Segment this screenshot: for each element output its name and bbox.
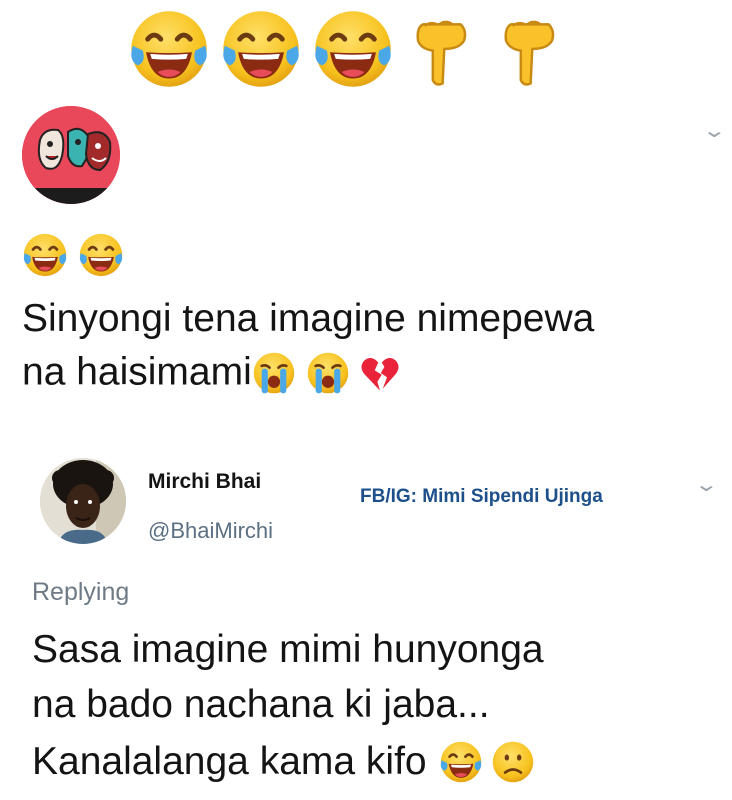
first-tweet-text-line1: Sinyongi tena imagine nimepewa	[22, 297, 595, 340]
reply-text-line3: Kanalalanga kama kifo	[32, 740, 427, 784]
backhand-index-pointing-down-icon	[400, 8, 482, 90]
top-emoji-row	[128, 6, 588, 90]
face-with-tears-of-joy-icon	[312, 8, 394, 90]
profile-photo-avatar-icon	[40, 458, 126, 544]
reply-tweet-text: Sasa imagine mimi hunyonga na bado nacha…	[32, 622, 722, 787]
first-tweet-text-line2: na haisimami	[22, 350, 252, 394]
loudly-crying-face-icon	[306, 351, 350, 395]
reply-avatar[interactable]	[40, 458, 126, 544]
cartoon-faces-avatar-icon	[22, 106, 120, 204]
reply-author-handle[interactable]: @BhaiMirchi	[148, 518, 273, 544]
face-with-tears-of-joy-icon	[220, 8, 302, 90]
broken-heart-icon	[358, 351, 402, 395]
backhand-index-pointing-down-icon	[488, 8, 570, 90]
frowning-face-icon	[491, 740, 535, 784]
face-with-tears-of-joy-icon	[22, 232, 68, 278]
face-with-tears-of-joy-icon	[78, 232, 124, 278]
tweet-menu-chevron-icon[interactable]: ⌄	[702, 118, 727, 142]
face-with-tears-of-joy-icon	[439, 740, 483, 784]
reply-author-name[interactable]: Mirchi Bhai	[148, 470, 261, 494]
replying-label: Replying	[32, 578, 130, 606]
first-tweet-text: Sinyongi tena imagine nimepewa na haisim…	[22, 293, 722, 397]
face-with-tears-of-joy-icon	[128, 8, 210, 90]
first-tweet-avatar[interactable]	[22, 106, 120, 204]
reply-menu-chevron-icon[interactable]: ⌄	[694, 472, 719, 496]
reply-text-line2: na bado nachana ki jaba...	[32, 683, 490, 726]
reply-text-line1: Sasa imagine mimi hunyonga	[32, 628, 544, 671]
loudly-crying-face-icon	[252, 351, 296, 395]
watermark-text: FB/IG: Mimi Sipendi Ujinga	[360, 486, 603, 507]
